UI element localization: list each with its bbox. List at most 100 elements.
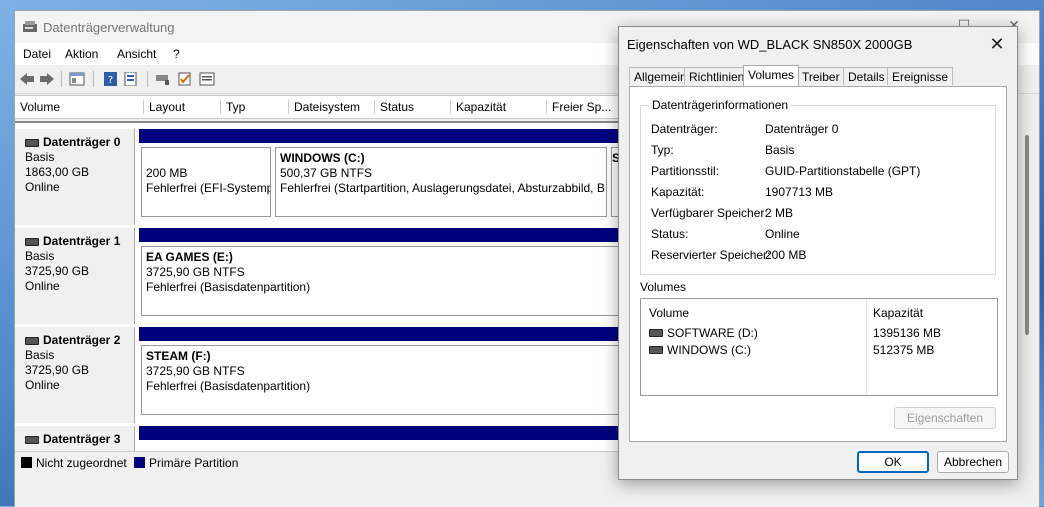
disk-drive-icon: [25, 336, 39, 345]
volumes-header-volume[interactable]: Volume: [649, 306, 689, 320]
partition-size: 3725,90 GB NTFS: [146, 265, 245, 279]
list-item[interactable]: SOFTWARE (D:): [649, 326, 758, 340]
properties-sheet-icon[interactable]: [123, 72, 139, 86]
group-label: Datenträgerinformationen: [649, 98, 792, 112]
scrollbar-thumb[interactable]: [1025, 135, 1029, 335]
col-layout[interactable]: Layout: [143, 100, 223, 114]
disk-name-label: Datenträger 2: [43, 333, 121, 347]
info-key: Status:: [651, 227, 689, 241]
disk-name-label: Datenträger 1: [43, 234, 121, 248]
console-tree-icon[interactable]: [69, 72, 85, 86]
disk-graphical-view: Datenträger 0 Basis 1863,00 GB Online 20…: [15, 121, 621, 453]
tab-general[interactable]: Allgemein: [629, 67, 692, 85]
partition-title: STEAM (F:): [146, 349, 211, 363]
disk-type: Basis: [25, 150, 55, 164]
info-key: Datenträger:: [651, 122, 718, 136]
menu-view[interactable]: Ansicht: [117, 47, 156, 61]
list-view-icon[interactable]: [199, 72, 215, 86]
disk-info[interactable]: Datenträger 0 Basis 1863,00 GB Online: [15, 129, 135, 225]
col-filesystem[interactable]: Dateisystem: [288, 100, 374, 114]
info-key: Partitionsstil:: [651, 164, 720, 178]
back-arrow-icon[interactable]: [19, 72, 35, 86]
partition-status: Fehlerfrei (Basisdatenpartition): [146, 280, 311, 294]
volume-capacity: 1395136 MB: [873, 326, 942, 340]
partition[interactable]: STEAM (F:) 3725,90 GB NTFS Fehlerfrei (B…: [139, 327, 621, 415]
tab-driver[interactable]: Treiber: [797, 67, 845, 85]
info-value: 1907713 MB: [765, 185, 834, 199]
partition[interactable]: EA GAMES (E:) 3725,90 GB NTFS Fehlerfrei…: [139, 228, 621, 316]
info-value: 2 MB: [765, 206, 794, 220]
disk-row: Datenträger 0 Basis 1863,00 GB Online 20…: [15, 129, 621, 225]
col-free-space[interactable]: Freier Sp...: [546, 100, 622, 114]
info-key: Reservierter Speicher:: [651, 248, 771, 262]
disk-type: Basis: [25, 249, 55, 263]
legend-primary-label: Primäre Partition: [149, 456, 239, 470]
info-key: Kapazität:: [651, 185, 705, 199]
partition-bar: [139, 228, 621, 242]
list-item[interactable]: WINDOWS (C:): [649, 343, 751, 357]
legend-unallocated-swatch: [21, 457, 32, 468]
partition-status: Fehlerfrei (Startpartition, Auslagerungs…: [280, 181, 605, 195]
disk-management-icon: [23, 21, 37, 32]
info-key: Verfügbarer Speicher:: [651, 206, 768, 220]
checklist-icon[interactable]: [177, 72, 193, 86]
partition-bar: [139, 327, 621, 341]
disk-info[interactable]: Datenträger 3: [15, 426, 135, 453]
partition[interactable]: WINDOWS (C:) 500,37 GB NTFS Fehlerfrei (…: [273, 129, 609, 217]
menu-file[interactable]: Datei: [23, 47, 51, 61]
tab-events[interactable]: Ereignisse: [887, 67, 954, 85]
disk-row: Datenträger 3: [15, 426, 621, 453]
disk-info-group: Datenträgerinformationen Datenträger: Dat…: [640, 98, 996, 275]
volumes-header-capacity[interactable]: Kapazität: [873, 306, 923, 320]
legend-unallocated-label: Nicht zugeordnet: [36, 456, 127, 470]
drive-icon: [649, 346, 663, 354]
forward-arrow-icon[interactable]: [39, 72, 55, 86]
disk-drive-icon: [25, 237, 39, 246]
volumes-list[interactable]: Volume Kapazität SOFTWARE (D:) 1395136 M…: [640, 298, 998, 396]
disk-info[interactable]: Datenträger 2 Basis 3725,90 GB Online: [15, 327, 135, 423]
cancel-button[interactable]: Abbrechen: [937, 451, 1009, 473]
partition[interactable]: 200 MB Fehlerfrei (EFI-Systemp: [139, 129, 273, 217]
ok-button[interactable]: OK: [857, 451, 929, 473]
dialog-close-icon[interactable]: ✕: [983, 31, 1011, 57]
vertical-scrollbar[interactable]: [1019, 95, 1037, 473]
col-capacity[interactable]: Kapazität: [450, 100, 546, 114]
volume-properties-button[interactable]: Eigenschaften: [894, 407, 996, 429]
partition-title: WINDOWS (C:): [280, 151, 365, 165]
tab-policies[interactable]: Richtlinien: [684, 67, 750, 85]
disk-status: Online: [25, 378, 60, 392]
disk-name-label: Datenträger 3: [43, 432, 121, 446]
disk-name: Datenträger 3: [25, 432, 134, 447]
disk-row: Datenträger 2 Basis 3725,90 GB Online ST…: [15, 327, 621, 423]
volume-capacity: 512375 MB: [873, 343, 935, 357]
disk-size: 1863,00 GB: [25, 165, 90, 179]
col-type[interactable]: Typ: [220, 100, 288, 114]
disk-name: Datenträger 1: [25, 234, 134, 249]
partition-status: Fehlerfrei (EFI-Systemp: [146, 181, 271, 195]
svg-text:?: ?: [108, 75, 113, 86]
col-status[interactable]: Status: [374, 100, 450, 114]
tab-details[interactable]: Details: [843, 67, 890, 85]
tab-volumes[interactable]: Volumes: [743, 65, 800, 86]
menu-help[interactable]: ?: [173, 47, 180, 61]
toolbar-separator: [61, 71, 62, 87]
dialog-title: Eigenschaften von WD_BLACK SN850X 2000GB: [627, 37, 913, 52]
partition-size: 3725,90 GB NTFS: [146, 364, 245, 378]
partition-body: EA GAMES (E:) 3725,90 GB NTFS Fehlerfrei…: [141, 246, 619, 316]
col-volume[interactable]: Volume: [15, 100, 144, 114]
disk-name: Datenträger 0: [25, 135, 134, 150]
info-value: GUID-Partitionstabelle (GPT): [765, 164, 921, 178]
volumes-label: Volumes: [640, 280, 687, 294]
toolbar-separator: [147, 71, 148, 87]
disk-status: Online: [25, 180, 60, 194]
connect-icon[interactable]: [155, 72, 171, 86]
partition-status: Fehlerfrei (Basisdatenpartition): [146, 379, 311, 393]
help-icon[interactable]: ?: [103, 72, 119, 86]
volume-name: SOFTWARE (D:): [667, 326, 758, 340]
column-divider: [866, 299, 867, 395]
disk-drive-icon: [25, 435, 39, 444]
menu-action[interactable]: Aktion: [65, 47, 98, 61]
partition[interactable]: [139, 426, 621, 453]
disk-size: 3725,90 GB: [25, 363, 90, 377]
disk-info[interactable]: Datenträger 1 Basis 3725,90 GB Online: [15, 228, 135, 324]
